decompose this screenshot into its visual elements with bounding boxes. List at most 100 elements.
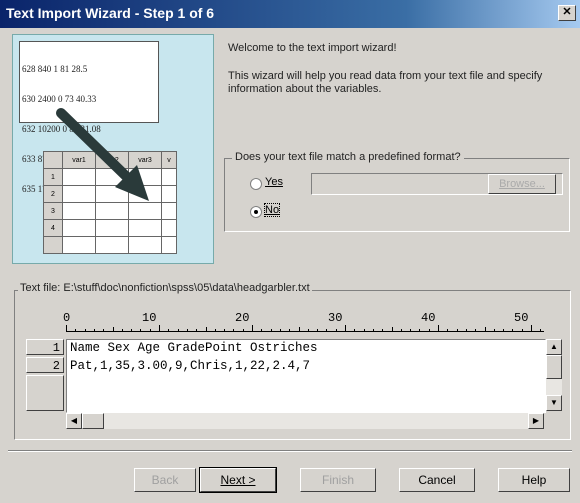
ruler-tick xyxy=(485,327,486,331)
ruler-tick xyxy=(299,327,300,331)
ruler-tick xyxy=(103,329,104,331)
cancel-button[interactable]: Cancel xyxy=(399,468,475,492)
grid-row-number: 4 xyxy=(43,219,63,237)
predefined-format-question: Does your text file match a predefined f… xyxy=(232,151,464,163)
ruler-tick xyxy=(215,329,216,331)
ruler-tick xyxy=(531,325,532,331)
help-button[interactable]: Help xyxy=(498,468,570,492)
scroll-left-icon[interactable]: ◀ xyxy=(66,413,82,429)
ruler-tick xyxy=(354,329,355,331)
no-radio[interactable] xyxy=(250,206,262,218)
ruler-tick xyxy=(382,329,383,331)
ruler-tick xyxy=(438,325,439,331)
window-title: Text Import Wizard - Step 1 of 6 xyxy=(6,5,215,21)
ruler-tick xyxy=(512,329,513,331)
ruler-tick xyxy=(345,325,346,331)
welcome-text: Welcome to the text import wizard! xyxy=(228,42,397,54)
ruler-tick xyxy=(85,329,86,331)
ruler-tick xyxy=(336,329,337,331)
ruler-tick xyxy=(159,325,160,331)
line-number-gutter xyxy=(26,375,64,411)
ruler-tick xyxy=(261,329,262,331)
ruler-tick xyxy=(289,329,290,331)
ruler-tick xyxy=(113,327,114,331)
ruler-ticks xyxy=(66,325,544,332)
scroll-up-icon[interactable]: ▲ xyxy=(546,339,562,355)
ruler-tick xyxy=(168,329,169,331)
grid-header: v xyxy=(161,151,177,169)
ruler-number: 40 xyxy=(421,311,436,325)
ruler-tick xyxy=(150,329,151,331)
radio-selected-dot xyxy=(254,210,258,214)
ruler-tick xyxy=(429,329,430,331)
ruler-number: 0 xyxy=(63,311,71,325)
ruler-tick xyxy=(494,329,495,331)
ruler-tick xyxy=(317,329,318,331)
arrow-icon xyxy=(56,108,149,201)
ruler-tick xyxy=(140,329,141,331)
ruler-tick xyxy=(187,329,188,331)
ruler-tick xyxy=(326,329,327,331)
text-import-wizard-window: Text Import Wizard - Step 1 of 6 ✕ 628 8… xyxy=(0,0,580,503)
ruler-tick xyxy=(94,329,95,331)
line-number: 1 xyxy=(26,339,64,355)
ruler-tick xyxy=(410,329,411,331)
illustration-data-line: 630 2400 0 73 40.33 xyxy=(22,94,97,104)
ruler-tick xyxy=(373,329,374,331)
column-ruler: 0 10 20 30 40 50 xyxy=(63,311,544,332)
yes-radio[interactable] xyxy=(250,178,262,190)
ruler-tick xyxy=(252,325,253,331)
ruler-tick xyxy=(419,329,420,331)
predefined-format-group xyxy=(224,158,570,232)
ruler-tick xyxy=(522,329,523,331)
ruler-tick xyxy=(75,329,76,331)
no-radio-label[interactable]: No xyxy=(263,203,281,217)
finish-button[interactable]: Finish xyxy=(300,468,376,492)
ruler-tick xyxy=(206,327,207,331)
wizard-description: This wizard will help you read data from… xyxy=(228,70,543,95)
horizontal-scrollbar[interactable]: ◀ ▶ xyxy=(66,413,544,429)
ruler-tick xyxy=(224,329,225,331)
ruler-tick xyxy=(271,329,272,331)
vertical-scrollbar[interactable]: ▲ ▼ xyxy=(546,339,562,411)
ruler-tick xyxy=(243,329,244,331)
ruler-tick xyxy=(392,327,393,331)
file-text-line: Name Sex Age GradePoint Ostriches xyxy=(70,341,318,355)
file-text-line: Pat,1,35,3.00,9,Chris,1,22,2.4,7 xyxy=(70,359,311,373)
ruler-number: 10 xyxy=(142,311,157,325)
ruler-tick xyxy=(503,329,504,331)
ruler-tick xyxy=(280,329,281,331)
button-separator xyxy=(8,450,572,452)
ruler-tick xyxy=(66,325,67,331)
next-button[interactable]: Next > xyxy=(199,467,277,493)
ruler-number: 20 xyxy=(235,311,250,325)
scroll-down-icon[interactable]: ▼ xyxy=(546,395,562,411)
ruler-tick xyxy=(122,329,123,331)
ruler-tick xyxy=(308,329,309,331)
ruler-number: 50 xyxy=(514,311,529,325)
scroll-right-icon[interactable]: ▶ xyxy=(528,413,544,429)
vertical-scroll-thumb[interactable] xyxy=(546,355,562,379)
ruler-number: 30 xyxy=(328,311,343,325)
close-button[interactable]: ✕ xyxy=(558,5,576,21)
file-text-preview[interactable]: Name Sex Age GradePoint Ostriches Pat,1,… xyxy=(66,339,546,413)
ruler-tick xyxy=(131,329,132,331)
file-path-label: Text file: E:\stuff\doc\nonfiction\spss\… xyxy=(18,282,312,294)
browse-button: Browse... xyxy=(488,174,556,194)
ruler-tick xyxy=(447,329,448,331)
title-bar: Text Import Wizard - Step 1 of 6 ✕ xyxy=(0,0,580,28)
ruler-tick xyxy=(475,329,476,331)
illustration-data-line: 628 840 1 81 28.5 xyxy=(22,64,88,74)
wizard-illustration: 628 840 1 81 28.5 630 2400 0 73 40.33 63… xyxy=(12,34,214,264)
ruler-tick xyxy=(540,329,541,331)
ruler-tick xyxy=(466,329,467,331)
horizontal-scroll-thumb[interactable] xyxy=(82,413,104,429)
back-button[interactable]: Back xyxy=(134,468,196,492)
line-number: 2 xyxy=(26,357,64,373)
ruler-tick xyxy=(178,329,179,331)
yes-radio-label[interactable]: Yes xyxy=(265,176,283,188)
ruler-tick xyxy=(401,329,402,331)
ruler-tick xyxy=(364,329,365,331)
ruler-tick xyxy=(196,329,197,331)
ruler-tick xyxy=(233,329,234,331)
